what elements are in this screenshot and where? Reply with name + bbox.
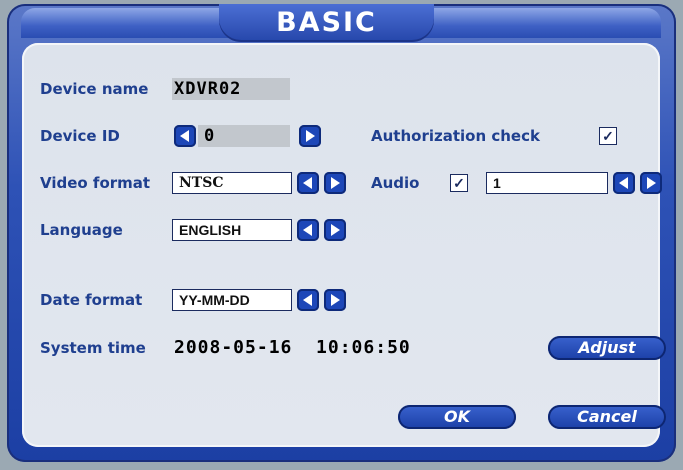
audio-label: Audio	[371, 174, 420, 192]
cancel-button[interactable]: Cancel	[548, 405, 666, 429]
system-time-label: System time	[40, 339, 146, 357]
audio-left-arrow-icon[interactable]	[613, 172, 635, 194]
device-id-value: 0	[204, 126, 216, 146]
settings-panel	[22, 43, 660, 447]
language-left-arrow-icon[interactable]	[297, 219, 319, 241]
device-name-value: XDVR02	[174, 79, 242, 99]
video-format-left-arrow-icon[interactable]	[297, 172, 319, 194]
audio-checkbox[interactable]: ✓	[450, 174, 468, 192]
audio-channel-select[interactable]: 1	[486, 172, 608, 194]
video-format-select[interactable]: NTSC	[172, 172, 292, 194]
dialog-title: BASIC	[276, 7, 377, 38]
system-time-value[interactable]: 2008-05-16 10:06:50	[174, 337, 411, 358]
device-id-label: Device ID	[40, 127, 120, 145]
device-name-label: Device name	[40, 80, 149, 98]
ok-button[interactable]: OK	[398, 405, 516, 429]
date-format-label: Date format	[40, 291, 143, 309]
date-format-right-arrow-icon[interactable]	[324, 289, 346, 311]
language-right-arrow-icon[interactable]	[324, 219, 346, 241]
language-label: Language	[40, 221, 123, 239]
date-format-left-arrow-icon[interactable]	[297, 289, 319, 311]
date-format-select[interactable]: YY-MM-DD	[172, 289, 292, 311]
adjust-button[interactable]: Adjust	[548, 336, 666, 360]
device-id-left-arrow-icon[interactable]	[174, 125, 196, 147]
authorization-check-label: Authorization check	[371, 127, 540, 145]
device-id-right-arrow-icon[interactable]	[299, 125, 321, 147]
language-select[interactable]: ENGLISH	[172, 219, 292, 241]
dvr-window: BASIC Device name XDVR02 Device ID 0 Aut…	[0, 0, 683, 470]
audio-right-arrow-icon[interactable]	[640, 172, 662, 194]
video-format-label: Video format	[40, 174, 151, 192]
video-format-right-arrow-icon[interactable]	[324, 172, 346, 194]
authorization-checkbox[interactable]: ✓	[599, 127, 617, 145]
